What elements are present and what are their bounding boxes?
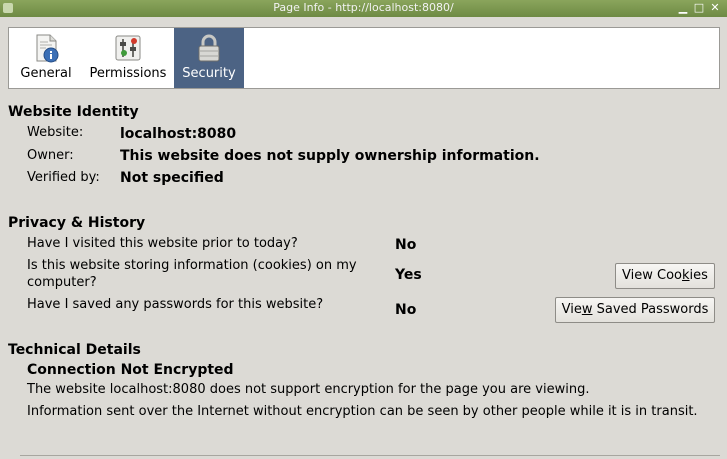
close-icon[interactable]: ✕: [708, 1, 722, 15]
tab-general-label: General: [20, 66, 72, 81]
view-saved-passwords-button[interactable]: View Saved Passwords: [555, 297, 715, 323]
view-passwords-label-b: Saved Passwords: [592, 302, 709, 317]
permissions-icon: [115, 35, 141, 61]
tab-permissions[interactable]: Permissions: [85, 28, 171, 88]
tab-security[interactable]: Security: [174, 28, 244, 88]
view-passwords-label-a: Vie: [561, 302, 582, 317]
tab-security-label: Security: [182, 66, 236, 81]
view-cookies-button[interactable]: View Cookies: [615, 263, 715, 289]
minimize-icon[interactable]: ▁: [676, 1, 690, 15]
view-passwords-mnemonic: w: [581, 302, 593, 317]
owner-value: This website does not supply ownership i…: [120, 148, 540, 164]
passwords-question: Have I saved any passwords for this webs…: [27, 297, 324, 312]
website-label: Website:: [27, 125, 84, 140]
view-cookies-label-b: ies: [689, 268, 708, 283]
tab-permissions-label: Permissions: [89, 66, 167, 81]
encryption-line2: Information sent over the Internet witho…: [27, 404, 698, 419]
title-bar[interactable]: Page Info - http://localhost:8080/ ▁ □ ✕: [0, 0, 727, 17]
visited-answer: No: [395, 237, 417, 253]
technical-details-heading: Technical Details: [8, 342, 141, 358]
verified-by-label: Verified by:: [27, 170, 100, 185]
cookies-question-line2: computer?: [27, 275, 97, 290]
owner-label: Owner:: [27, 148, 74, 163]
page-info-icon: [36, 34, 59, 63]
window-title: Page Info - http://localhost:8080/: [273, 1, 454, 14]
verified-by-value: Not specified: [120, 170, 224, 186]
tab-general[interactable]: General: [11, 28, 81, 88]
cookies-question-line1: Is this website storing information (coo…: [27, 258, 357, 273]
view-cookies-label-a: View Coo: [622, 268, 683, 283]
encryption-line1: The website localhost:8080 does not supp…: [27, 382, 590, 397]
connection-status: Connection Not Encrypted: [27, 362, 234, 378]
website-identity-heading: Website Identity: [8, 104, 139, 120]
bottom-divider: [20, 455, 720, 459]
website-value: localhost:8080: [120, 126, 237, 142]
tab-strip: General Permissions Security: [8, 27, 720, 89]
padlock-icon: [198, 34, 220, 62]
maximize-icon[interactable]: □: [692, 1, 706, 15]
page-info-window: Page Info - http://localhost:8080/ ▁ □ ✕…: [0, 0, 727, 459]
passwords-answer: No: [395, 302, 417, 318]
visited-question: Have I visited this website prior to tod…: [27, 236, 298, 251]
cookies-answer: Yes: [395, 267, 422, 283]
view-cookies-mnemonic: k: [682, 268, 690, 283]
privacy-history-heading: Privacy & History: [8, 215, 146, 231]
